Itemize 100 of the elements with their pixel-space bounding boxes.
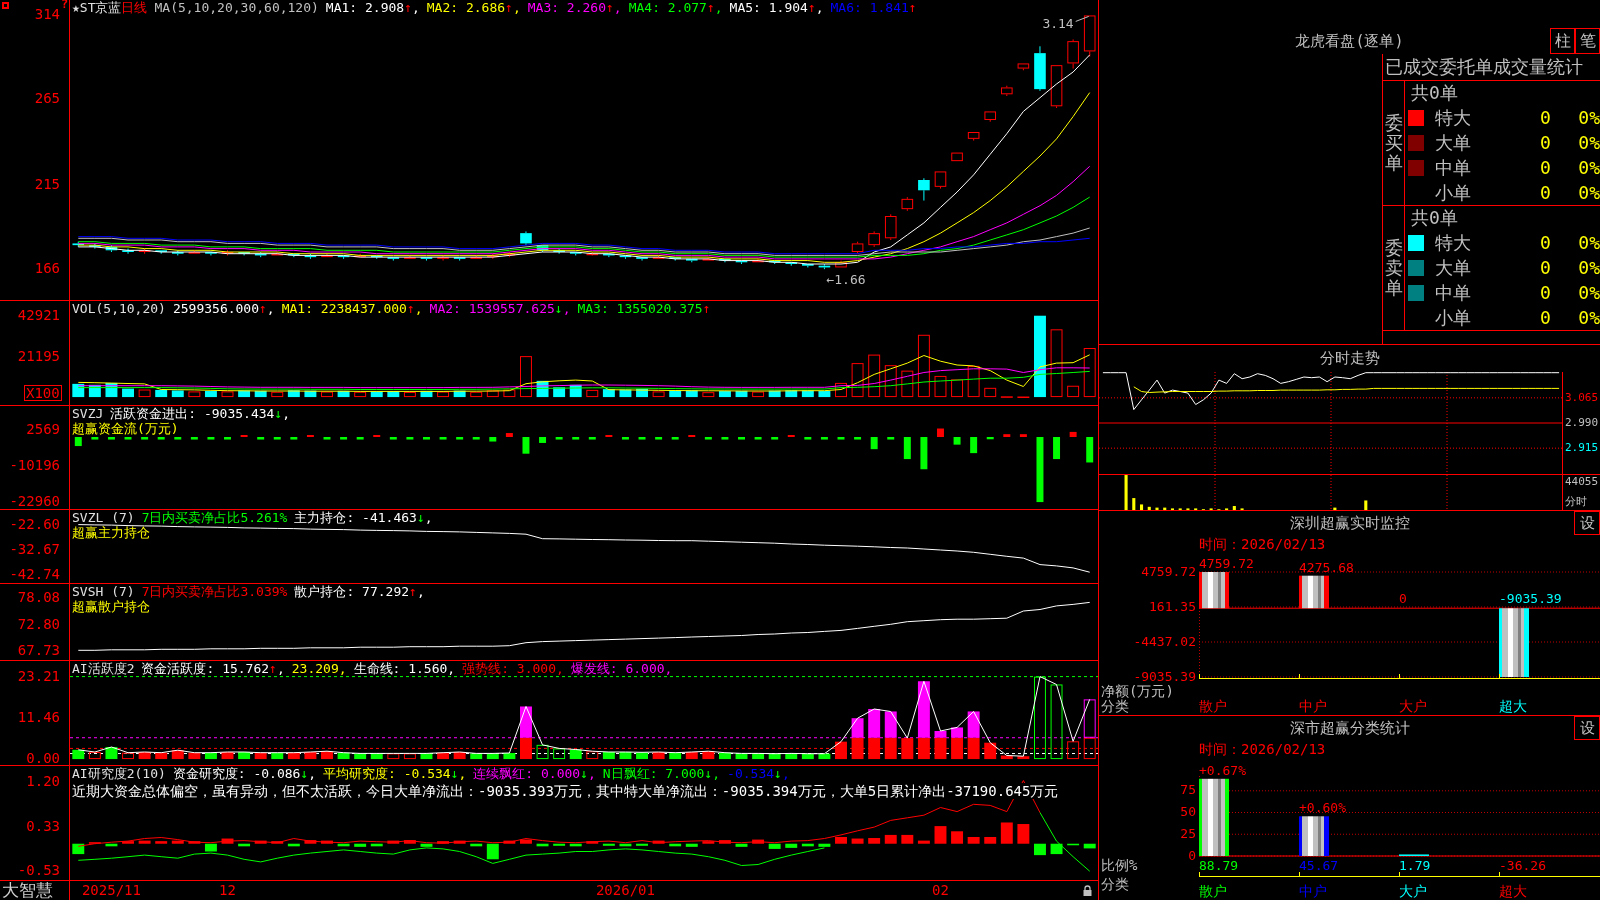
axis-label: 11.46 [17, 709, 60, 726]
data-label: -36.26 [1499, 858, 1546, 873]
order-count: 0 [1540, 257, 1551, 278]
change-label: +0.67% [1199, 762, 1246, 778]
axis-label: 161.35 [1149, 598, 1196, 614]
date-label: 2026/01 [595, 881, 655, 900]
timestamp: 时间：2026/02/13 [1199, 536, 1326, 554]
indicator-value: MA2: 2.686↑, [426, 0, 521, 15]
category-label: 大户 [1399, 883, 1427, 899]
axis-label: -42.74 [9, 566, 60, 583]
order-percent: 0% [1578, 307, 1600, 328]
date-label: 12 [219, 881, 236, 900]
panel-title: 分时走势 [1319, 349, 1380, 368]
analysis-text: 近期大资金总体偏空，虽有异动，但不太活跃，今日大单净流出：-9035.393万元，其中特大单净流出：-9035.394万元，大单5日累计净出-37190.645万元 [72, 783, 1059, 799]
axis-label: 314 [34, 6, 60, 23]
order-count: 0 [1540, 107, 1551, 128]
indicator-name: VOL(5,10,20) [72, 301, 166, 316]
order-size-label: 大单 [1435, 255, 1471, 280]
axis-title: 分类 [1101, 876, 1129, 892]
order-total: 共0单 [1411, 206, 1458, 230]
axis-label: 78.08 [17, 589, 60, 606]
date-label: 02 [932, 881, 949, 900]
section-label: 委卖单 [1384, 238, 1403, 298]
indicator-value: 活跃资金进出: -9035.434↓, [110, 406, 291, 421]
axis-label: 44055 [1565, 475, 1599, 488]
axis-label: 3.065 [1565, 390, 1599, 404]
category-label: 中户 [1299, 698, 1327, 714]
axis-label: 4759.72 [1141, 563, 1196, 579]
table-title: 已成交委托单成交量统计 [1385, 55, 1583, 79]
order-count: 0 [1540, 132, 1551, 153]
indicator-value: -0.534↓, [727, 766, 790, 781]
indicator-name: SVZL (7) [72, 510, 135, 525]
order-percent: 0% [1578, 107, 1600, 128]
order-size-label: 特大 [1435, 105, 1471, 130]
data-label: 88.79 [1199, 858, 1239, 873]
indicator-value: 平均研究度: -0.534↓, [323, 766, 467, 781]
indicator-value: 资金活跃度: 15.762↑, [141, 661, 285, 676]
indicator-value: MA5: 1.904↑, [729, 0, 824, 15]
axis-label: 42921 [17, 307, 60, 324]
indicator-value: 主力持仓: -41.463↓, [294, 510, 433, 525]
app-logo: 大智慧 [2, 881, 53, 900]
data-label: 4275.68 [1299, 559, 1354, 575]
axis-label: 2569 [26, 420, 60, 437]
order-percent: 0% [1578, 257, 1600, 278]
category-label: 散户 [1199, 698, 1227, 714]
order-percent: 0% [1578, 182, 1600, 203]
axis-label: 0.00 [26, 750, 60, 765]
change-label: +0.60% [1299, 800, 1346, 816]
order-percent: 0% [1578, 132, 1600, 153]
price-annotation: 3.14 [1042, 15, 1074, 31]
data-label: -9035.39 [1499, 591, 1562, 607]
axis-label: -9035.39 [1133, 668, 1196, 684]
category-label: 中户 [1299, 883, 1327, 899]
indicator-value: 资金研究度: -0.086↓, [172, 766, 317, 781]
period-label: 日线 [121, 0, 148, 15]
order-count: 0 [1540, 182, 1551, 203]
axis-label: -4437.02 [1133, 633, 1196, 649]
indicator-value: 爆发线: 6.000, [570, 661, 673, 676]
indicator-caption: 超赢主力持仓 [72, 525, 150, 540]
axis-label: 75 [1180, 782, 1196, 798]
indicator-name: ★ST京蓝 [72, 0, 122, 15]
axis-label: 21195 [17, 348, 60, 365]
indicator-value: MA(5,10,20,30,60,120) [154, 0, 319, 15]
axis-label: -0.53 [17, 862, 60, 879]
axis-label: -10196 [9, 456, 60, 473]
order-count: 0 [1540, 232, 1551, 253]
axis-label: 2.915 [1565, 441, 1599, 455]
indicator-value: 7日内买卖净占比5.261% [141, 510, 288, 525]
axis-label: 23.21 [17, 667, 60, 684]
data-label: 45.67 [1299, 858, 1339, 873]
axis-label: -32.67 [9, 540, 60, 557]
timestamp: 时间：2026/02/13 [1199, 741, 1326, 759]
order-size-label: 大单 [1435, 130, 1471, 155]
indicator-value: MA2: 1539557.625↓, [429, 301, 571, 316]
indicator-caption: 超赢散户持仓 [72, 599, 150, 614]
order-count: 0 [1540, 282, 1551, 303]
axis-label: 67.73 [17, 642, 60, 659]
order-size-label: 小单 [1435, 305, 1471, 330]
axis-label: 50 [1180, 804, 1196, 819]
indicator-name: SVZJ [72, 406, 104, 421]
indicator-name: AI研究度2(10) [72, 766, 166, 781]
indicator-value: 散户持仓: 77.292↑, [294, 584, 425, 599]
order-percent: 0% [1578, 282, 1600, 303]
order-count: 0 [1540, 157, 1551, 178]
axis-label: 265 [34, 90, 60, 107]
indicator-value: 强势线: 3.000, [462, 661, 564, 676]
data-label: 1.79 [1399, 858, 1431, 873]
axis-label: -22.60 [9, 515, 60, 532]
category-label: 散户 [1199, 883, 1227, 899]
axis-label: 0 [1188, 847, 1196, 863]
order-size-label: 特大 [1435, 230, 1471, 255]
order-size-label: 中单 [1435, 155, 1471, 180]
axis-title: 分时 [1565, 495, 1587, 508]
axis-label: 1.20 [26, 772, 60, 789]
indicator-caption: 超赢资金流(万元) [72, 421, 179, 436]
indicator-value: 生命线: 1.560, [353, 661, 456, 676]
indicator-value: MA4: 2.077↑, [628, 0, 723, 15]
axis-label: 215 [34, 176, 60, 193]
indicator-value: 连续飘红: 0.000↓, [473, 766, 596, 781]
indicator-value: MA6: 1.841↑ [830, 0, 917, 15]
